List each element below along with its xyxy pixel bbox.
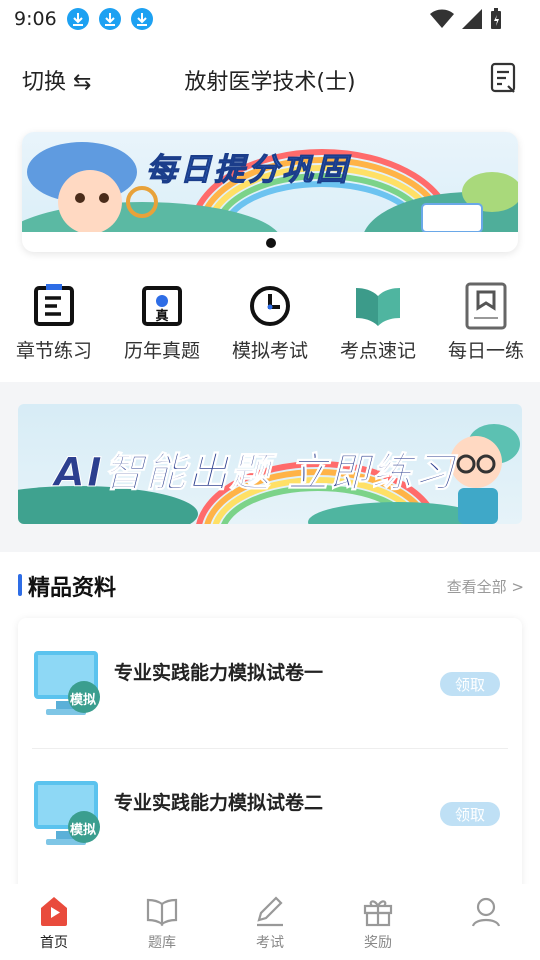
home-play-icon	[41, 897, 67, 926]
book-icon	[146, 898, 178, 927]
quick-label: 章节练习	[15, 340, 92, 362]
status-time: 9:06	[14, 8, 57, 30]
banner-illustration: 每日提分巩固	[22, 132, 518, 232]
promo-banner[interactable]: 每日提分巩固	[22, 132, 518, 252]
app-header: 切换 ⇆ 放射医学技术(士)	[0, 38, 540, 122]
clock-icon	[246, 282, 294, 330]
material-title: 专业实践能力模拟试卷二	[114, 792, 324, 814]
material-title: 专业实践能力模拟试卷一	[114, 662, 324, 684]
carousel-dot[interactable]	[266, 238, 276, 248]
mock-paper-thumbnail: 模拟	[32, 647, 104, 719]
notes-icon[interactable]	[490, 62, 518, 98]
gift-icon	[363, 900, 393, 927]
claim-button[interactable]: 领取	[440, 672, 500, 696]
claim-button[interactable]: 领取	[440, 802, 500, 826]
download-icon	[66, 8, 89, 30]
signal-icon	[462, 9, 482, 29]
quick-item-mock-exam[interactable]: 模拟考试	[216, 282, 324, 363]
mock-badge: 模拟	[70, 823, 97, 838]
real-exam-icon: 真	[138, 282, 186, 330]
materials-card: 模拟 专业实践能力模拟试卷一 领取 模拟 专业实践能力模拟试卷二 领取	[18, 618, 522, 898]
quick-item-chapter[interactable]: 章节练习	[0, 282, 108, 363]
list-item[interactable]: 模拟 专业实践能力模拟试卷一 领取	[32, 618, 508, 748]
wifi-icon	[430, 9, 454, 28]
top-section: 每日提分巩固 章节练习 真 历年真题 模拟考试 考点速记 每日一练	[0, 122, 540, 382]
tab-home[interactable]: 首页	[0, 884, 108, 960]
quick-nav: 章节练习 真 历年真题 模拟考试 考点速记 每日一练	[0, 282, 540, 363]
download-icon	[130, 8, 153, 30]
tab-exam[interactable]: 考试	[216, 884, 324, 960]
tab-question-bank[interactable]: 题库	[108, 884, 216, 960]
page-title: 放射医学技术(士)	[184, 70, 356, 95]
mock-paper-thumbnail: 模拟	[32, 777, 104, 849]
tab-label: 奖励	[364, 935, 392, 951]
status-bar: 9:06	[0, 0, 540, 38]
bottom-tab-bar: 首页 题库 考试 奖励	[0, 884, 540, 960]
tab-label: 题库	[148, 935, 176, 951]
download-icon	[98, 8, 121, 30]
quick-item-notes[interactable]: 考点速记	[324, 282, 432, 363]
quick-item-real-exam[interactable]: 真 历年真题	[108, 282, 216, 363]
quick-label: 每日一练	[447, 340, 524, 362]
battery-icon	[491, 8, 501, 29]
mock-badge: 模拟	[70, 693, 97, 708]
tab-rewards[interactable]: 奖励	[324, 884, 432, 960]
user-icon	[471, 897, 501, 927]
svg-text:真: 真	[155, 308, 168, 324]
ai-banner-title: AI智能出题 立即练习	[54, 450, 456, 497]
section-accent-bar	[18, 574, 22, 596]
quick-label: 历年真题	[123, 340, 200, 362]
tab-label: 考试	[256, 935, 284, 951]
banner-title: 每日提分巩固	[146, 152, 350, 189]
pencil-icon	[257, 896, 283, 927]
premium-materials-section: 精品资料 查看全部 > 模拟 专业实践能力模拟试卷一 领取 模拟 专业实践能力模…	[0, 552, 540, 898]
view-all-link[interactable]: 查看全部 >	[447, 576, 524, 597]
open-book-icon	[354, 282, 402, 330]
quick-item-daily[interactable]: 每日一练	[432, 282, 540, 363]
chapter-icon	[30, 282, 78, 330]
tab-label: 首页	[40, 935, 68, 951]
section-title: 精品资料	[28, 576, 117, 601]
quick-label: 模拟考试	[231, 340, 308, 362]
tab-profile[interactable]	[432, 884, 540, 960]
list-item[interactable]: 模拟 专业实践能力模拟试卷二 领取	[32, 748, 508, 878]
ai-practice-banner[interactable]: AI智能出题 立即练习	[18, 404, 522, 524]
bookmark-book-icon	[462, 282, 510, 330]
quick-label: 考点速记	[339, 340, 416, 362]
